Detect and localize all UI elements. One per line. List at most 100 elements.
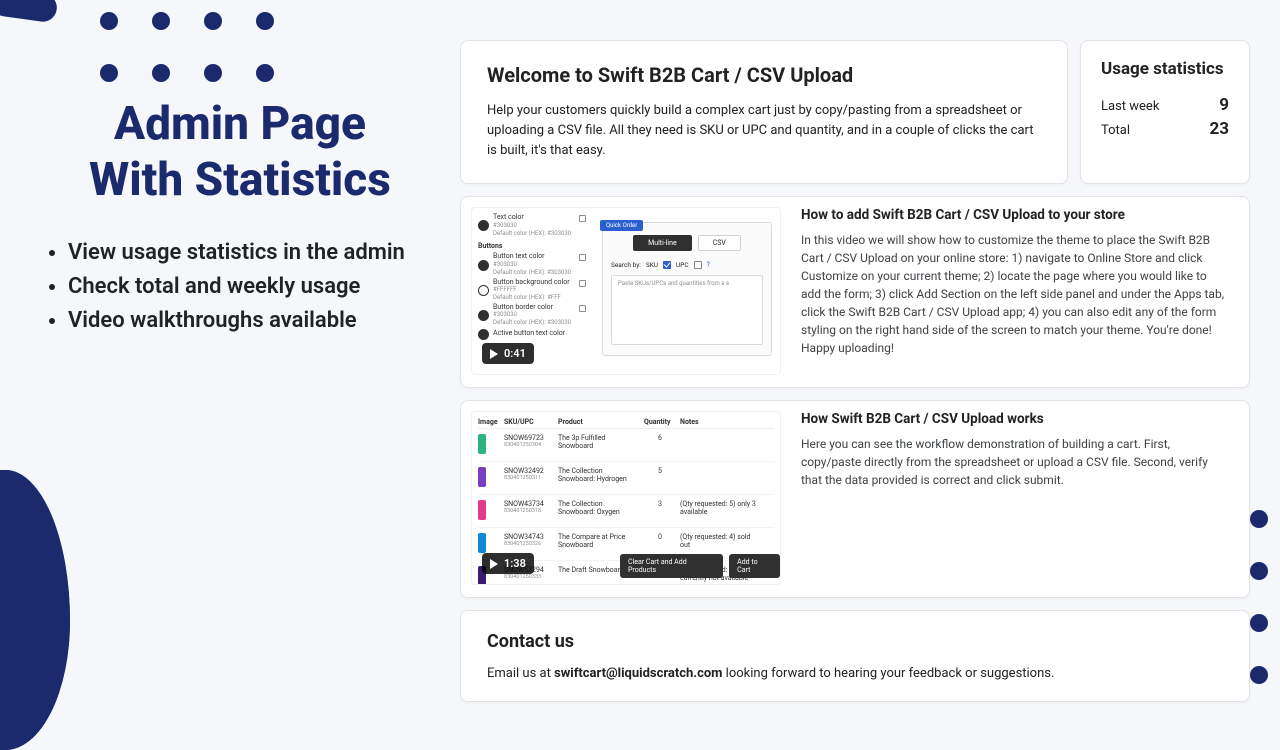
marketing-bullet: View usage statistics in the admin: [68, 236, 440, 270]
instruction-title: How to add Swift B2B Cart / CSV Upload t…: [801, 207, 1227, 223]
setting-value: #303030: [493, 261, 517, 268]
marketing-column: Admin Page With Statistics View usage st…: [40, 96, 440, 339]
th-image: Image: [478, 418, 500, 426]
video-duration-badge: 0:41: [482, 343, 534, 364]
swatch-btn-active: [478, 329, 489, 340]
marketing-title-line1: Admin Page: [114, 97, 366, 151]
instruction-card-add-to-store: Text color #303030 Default color (HEX): …: [460, 196, 1250, 388]
copy-icon: [579, 280, 586, 287]
product-thumb: [478, 533, 486, 553]
table-row: SNOW32492830401250311 The Collection Snow…: [478, 462, 774, 495]
setting-sub: Default color (HEX): #303030: [493, 319, 571, 326]
setting-label: Button background color: [493, 278, 570, 286]
cell-product: The Compare at Price Snowboard: [558, 533, 640, 549]
instruction-card-how-it-works: Image SKU/UPC Product Quantity Notes SNO…: [460, 400, 1250, 598]
decorative-dot-col-br: [1250, 510, 1268, 684]
decorative-blob-bl: [0, 470, 70, 750]
welcome-title: Welcome to Swift B2B Cart / CSV Upload: [487, 63, 1041, 87]
admin-preview: Welcome to Swift B2B Cart / CSV Upload H…: [460, 40, 1250, 702]
product-thumb: [478, 467, 486, 487]
cell-qty: 6: [644, 434, 676, 442]
play-icon: [490, 559, 498, 569]
instruction-body: How Swift B2B Cart / CSV Upload works He…: [801, 411, 1227, 585]
search-by-label: Search by:: [611, 261, 641, 269]
decorative-dot-grid-tl: [100, 12, 274, 82]
table-row: SNOW43734830401250318 The Collection Snow…: [478, 495, 774, 528]
table-row: SNOW69723830401250304 The 3p Fulfilled Sn…: [478, 429, 774, 462]
copy-icon: [579, 305, 586, 312]
tab-csv: CSV: [698, 235, 741, 251]
play-icon: [490, 349, 498, 359]
theme-settings-panel: Text color #303030 Default color (HEX): …: [478, 214, 586, 341]
setting-value: #FFFFFF: [493, 286, 517, 293]
th-product: Product: [558, 418, 640, 426]
sku-label: SKU: [646, 261, 658, 269]
upc-label: UPC: [676, 261, 689, 269]
product-thumb: [478, 434, 486, 454]
marketing-bullet: Video walkthroughs available: [68, 304, 440, 338]
cell-sku: SNOW32492830401250311: [504, 467, 554, 481]
product-thumb: [478, 500, 486, 520]
contact-card: Contact us Email us at swiftcart@liquids…: [460, 610, 1250, 702]
stats-title: Usage statistics: [1101, 59, 1229, 79]
th-notes: Notes: [680, 418, 758, 426]
marketing-bullet: Check total and weekly usage: [68, 270, 440, 304]
stat-label: Last week: [1101, 99, 1159, 114]
th-qty: Quantity: [644, 418, 676, 426]
setting-value: #303030: [493, 222, 517, 229]
stat-label: Total: [1101, 123, 1130, 138]
setting-label: Text color: [493, 213, 524, 221]
instruction-text: Here you can see the workflow demonstrat…: [801, 435, 1227, 489]
cell-notes: (Qty requested: 4) sold out: [680, 533, 758, 549]
setting-sub: Default color (HEX): #303030: [493, 269, 571, 276]
th-sku: SKU/UPC: [504, 418, 554, 426]
setting-label: Button text color: [493, 252, 545, 260]
settings-section-title: Buttons: [478, 242, 586, 250]
welcome-body: Help your customers quickly build a comp…: [487, 101, 1041, 161]
swatch-btn-border: [478, 310, 489, 321]
contact-title: Contact us: [487, 631, 1223, 652]
setting-label: Button border color: [493, 303, 553, 311]
swatch-btn-text: [478, 260, 489, 271]
contact-email[interactable]: swiftcart@liquidscratch.com: [554, 666, 722, 681]
contact-text: Email us at swiftcart@liquidscratch.com …: [487, 666, 1223, 681]
copy-icon: [579, 215, 586, 222]
cell-product: The 3p Fulfilled Snowboard: [558, 434, 640, 450]
cell-product: The Collection Snowboard: Hydrogen: [558, 467, 640, 483]
checkbox-sku: [663, 261, 671, 269]
quick-order-preview: Quick Order Multi-line CSV Search by: SK…: [602, 222, 772, 356]
setting-sub: Default color (HEX): #303030: [493, 230, 571, 237]
instruction-title: How Swift B2B Cart / CSV Upload works: [801, 411, 1227, 427]
usage-statistics-card: Usage statistics Last week 9 Total 23: [1080, 40, 1250, 184]
tab-multiline: Multi-line: [633, 235, 692, 251]
stat-value: 9: [1219, 95, 1229, 115]
video-thumbnail[interactable]: Text color #303030 Default color (HEX): …: [471, 207, 781, 375]
instruction-body: How to add Swift B2B Cart / CSV Upload t…: [801, 207, 1227, 375]
marketing-bullets: View usage statistics in the admin Check…: [40, 236, 440, 338]
cell-sku: SNOW34743830401250326: [504, 533, 554, 547]
setting-label: Active button text color: [493, 330, 565, 338]
video-thumbnail[interactable]: Image SKU/UPC Product Quantity Notes SNO…: [471, 411, 781, 585]
marketing-title-line2: With Statistics: [89, 153, 391, 207]
marketing-title: Admin Page With Statistics: [40, 96, 440, 208]
swatch-btn-bg: [478, 285, 489, 296]
cell-qty: 5: [644, 467, 676, 475]
welcome-card: Welcome to Swift B2B Cart / CSV Upload H…: [460, 40, 1068, 184]
search-by-row: Search by: SKU UPC ?: [611, 261, 763, 269]
paste-area: Paste SKUs/UPCs and quantities from a s: [611, 275, 763, 345]
cell-sku: SNOW69723830401250304: [504, 434, 554, 448]
swatch-text-color: [478, 220, 489, 231]
setting-sub: Default color (HEX): #FFF: [493, 294, 561, 301]
cell-sku: SNOW43734830401250318: [504, 500, 554, 514]
cell-product: The Collection Snowboard: Oxygen: [558, 500, 640, 516]
cell-notes: (Qty requested: 5) only 3 available: [680, 500, 758, 516]
contact-tail: looking forward to hearing your feedback…: [722, 666, 1054, 681]
contact-lead: Email us at: [487, 666, 554, 681]
stat-row-total: Total 23: [1101, 117, 1229, 141]
add-to-cart-button: Add to Cart: [729, 554, 780, 578]
cell-qty: 0: [644, 533, 676, 541]
quick-order-badge: Quick Order: [600, 220, 643, 231]
video-duration-badge: 1:38: [482, 553, 534, 574]
stat-row-last-week: Last week 9: [1101, 93, 1229, 117]
setting-value: #303030: [493, 311, 517, 318]
